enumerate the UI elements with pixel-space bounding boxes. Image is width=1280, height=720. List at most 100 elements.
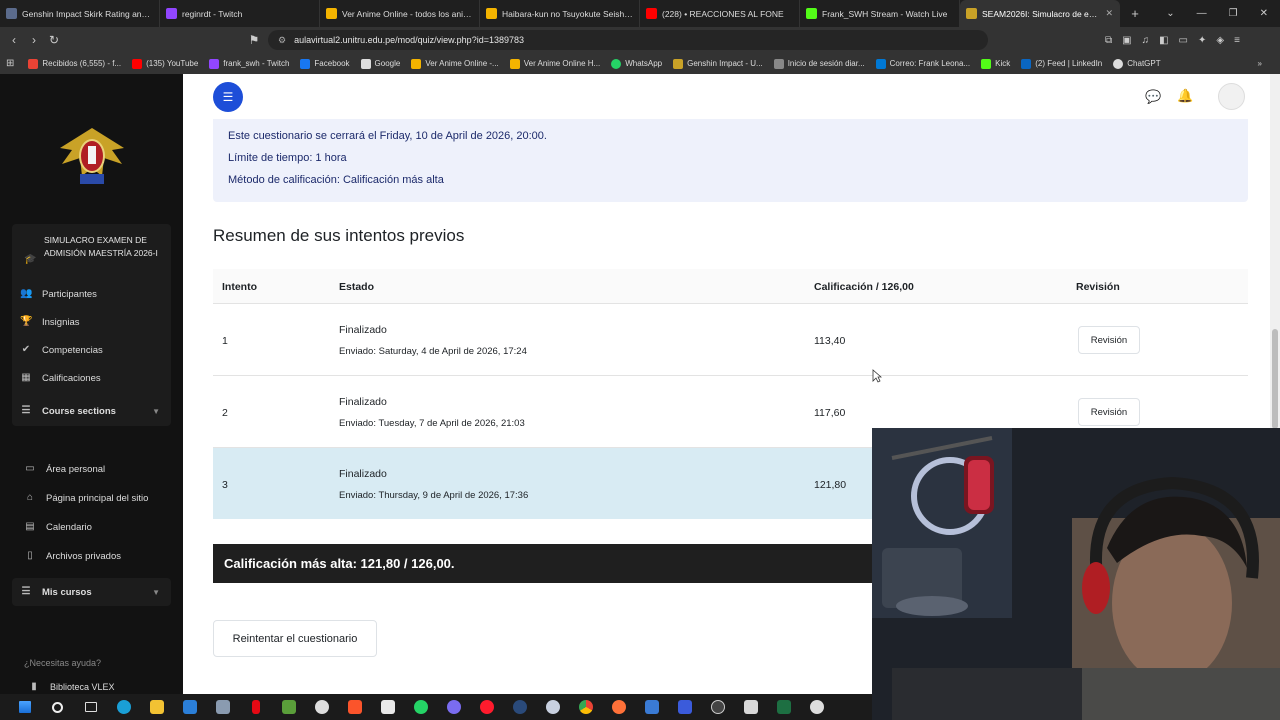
site-info-icon[interactable]: ⚙ (278, 35, 286, 46)
apps-icon[interactable]: ⊞ (6, 58, 14, 69)
tab-search-icon[interactable]: ⌄ (1166, 8, 1174, 19)
discord-icon[interactable] (437, 694, 470, 720)
browser-tab[interactable]: Genshin Impact Skirk Rating and Be (0, 0, 160, 27)
bookmark-item[interactable]: Kick (981, 58, 1010, 69)
review-button[interactable]: Revisión (1078, 326, 1140, 354)
bookmark-item[interactable]: ChatGPT (1113, 58, 1161, 69)
sidebar-item-calificaciones[interactable]: ▦ Calificaciones (20, 372, 100, 384)
messages-icon[interactable]: 💬 (1145, 89, 1161, 105)
sidebar-icon[interactable]: ◧ (1159, 35, 1168, 46)
attempt-sent: Enviado: Saturday, 4 de April de 2026, 1… (339, 346, 527, 357)
netflix-icon[interactable] (239, 694, 272, 720)
bookmark-item[interactable]: Ver Anime Online -... (411, 58, 499, 69)
drawer-toggle-button[interactable]: ☰ (213, 82, 243, 112)
firefox-icon[interactable] (602, 694, 635, 720)
steam-icon[interactable] (503, 694, 536, 720)
close-tab-icon[interactable]: ✕ (1105, 8, 1113, 19)
bookmark-item[interactable]: WhatsApp (611, 58, 662, 69)
review-button[interactable]: Revisión (1078, 398, 1140, 426)
quiz-time-limit: Límite de tiempo: 1 hora (228, 152, 347, 164)
sidebar-item-competencias[interactable]: ✔ Competencias (20, 344, 103, 356)
kick-icon (981, 58, 992, 69)
brave-icon[interactable] (338, 694, 371, 720)
check-icon: ✔ (21, 344, 31, 355)
bookmark-item[interactable]: Ver Anime Online H... (509, 58, 600, 69)
edge-icon[interactable] (107, 694, 140, 720)
mouse-cursor-icon (872, 369, 882, 383)
bookmark-item[interactable]: Genshin Impact - U... (673, 58, 763, 69)
notepad-icon[interactable] (734, 694, 767, 720)
sidebar-course-sections[interactable]: ☰ Course sections ▼ (20, 405, 160, 417)
retry-quiz-button[interactable]: Reintentar el cuestionario (213, 620, 377, 657)
menu-icon[interactable]: ≡ (1234, 35, 1240, 46)
wallet-icon[interactable]: ▭ (1179, 35, 1188, 46)
browser-tab[interactable]: Haibara-kun no Tsuyokute Seishun (480, 0, 640, 27)
bookmark-item[interactable]: (2) Feed | LinkedIn (1021, 58, 1102, 69)
browser-tab[interactable]: (228) • REACCIONES AL FONE (640, 0, 800, 27)
epic-games-icon[interactable] (305, 694, 338, 720)
bookmark-item[interactable]: Inicio de sesión diar... (773, 58, 865, 69)
task-view-icon[interactable] (74, 694, 107, 720)
app-icon[interactable] (635, 694, 668, 720)
browser-tab[interactable]: Frank_SWH Stream - Watch Live (800, 0, 960, 27)
user-avatar[interactable] (1218, 83, 1245, 110)
chrome-icon[interactable] (569, 694, 602, 720)
bookmark-icon[interactable]: ⚑ (244, 33, 264, 47)
mail-icon[interactable] (173, 694, 206, 720)
attempt-grade: 117,60 (814, 407, 846, 419)
excel-icon[interactable] (767, 694, 800, 720)
sidebar-item-participantes[interactable]: 👥 Participantes (20, 288, 97, 300)
sidebar-item-home[interactable]: ⌂ Página principal del sitio (24, 492, 148, 504)
notifications-bell-icon[interactable]: 🔔 (1177, 88, 1193, 104)
minecraft-icon[interactable] (272, 694, 305, 720)
sidebar-my-courses[interactable]: ☰ Mis cursos ▼ (20, 586, 160, 598)
bookmark-item[interactable]: (135) YouTube (132, 58, 198, 69)
home-icon: ⌂ (26, 492, 34, 503)
dashboard-icon: ▭ (25, 463, 35, 474)
bookmark-item[interactable]: frank_swh - Twitch (209, 58, 289, 69)
book-icon: ▮ (31, 681, 37, 692)
search-icon[interactable] (41, 694, 74, 720)
opera-icon[interactable] (470, 694, 503, 720)
store-icon[interactable] (371, 694, 404, 720)
media-icon[interactable]: ♫ (1142, 35, 1150, 46)
extensions-icon[interactable]: ⧉ (1105, 35, 1112, 46)
sidebar-item-insignias[interactable]: 🏆 Insignias (20, 316, 80, 328)
app-icon[interactable] (701, 694, 734, 720)
app-icon[interactable] (668, 694, 701, 720)
leo-icon[interactable]: ✦ (1198, 35, 1206, 46)
sidebar-item-calendario[interactable]: ▤ Calendario (24, 521, 92, 533)
forward-icon[interactable]: › (24, 33, 44, 47)
browser-tab[interactable]: Ver Anime Online - todos los anime (320, 0, 480, 27)
file-explorer-icon[interactable] (140, 694, 173, 720)
tab-favicon-icon (646, 8, 657, 19)
course-title[interactable]: SIMULACRO EXAMEN DE ADMISIÓN MAESTRÍA 20… (44, 234, 166, 260)
chatgpt-icon (1113, 58, 1124, 69)
scrollbar-thumb[interactable] (1272, 329, 1278, 429)
back-icon[interactable]: ‹ (4, 33, 24, 47)
restore-icon[interactable]: ❐ (1229, 8, 1238, 19)
minimize-icon[interactable]: — (1197, 8, 1207, 19)
vpn-icon[interactable]: ◈ (1216, 35, 1224, 46)
sidebar-item-archivos[interactable]: ▯ Archivos privados (24, 550, 121, 562)
anime-site-icon (509, 58, 520, 69)
sidebar-item-area-personal[interactable]: ▭ Área personal (24, 463, 105, 475)
bookmark-item[interactable]: Correo: Frank Leona... (875, 58, 970, 69)
settings-gear-icon[interactable] (800, 694, 833, 720)
bookmark-item[interactable]: Facebook (300, 58, 350, 69)
app-icon[interactable] (536, 694, 569, 720)
sidebar-item-library[interactable]: ▮ Biblioteca VLEX (28, 681, 114, 693)
reader-icon[interactable]: ▣ (1122, 35, 1131, 46)
address-bar[interactable]: ⚙ aulavirtual2.unitru.edu.pe/mod/quiz/vi… (268, 30, 988, 50)
browser-tab-active[interactable]: SEAM2026I: Simulacro de exam ✕ (960, 0, 1120, 27)
windows-start-icon[interactable] (8, 694, 41, 720)
close-window-icon[interactable]: ✕ (1260, 8, 1268, 19)
more-bookmarks-icon[interactable]: » (1258, 59, 1262, 68)
calculator-icon[interactable] (206, 694, 239, 720)
browser-tab[interactable]: reginrdt - Twitch (160, 0, 320, 27)
whatsapp-icon[interactable] (404, 694, 437, 720)
reload-icon[interactable]: ↻ (44, 33, 64, 47)
bookmark-item[interactable]: Recibidos (6,555) - f... (28, 58, 121, 69)
new-tab-icon[interactable]: + (1120, 6, 1150, 21)
bookmark-item[interactable]: Google (360, 58, 400, 69)
